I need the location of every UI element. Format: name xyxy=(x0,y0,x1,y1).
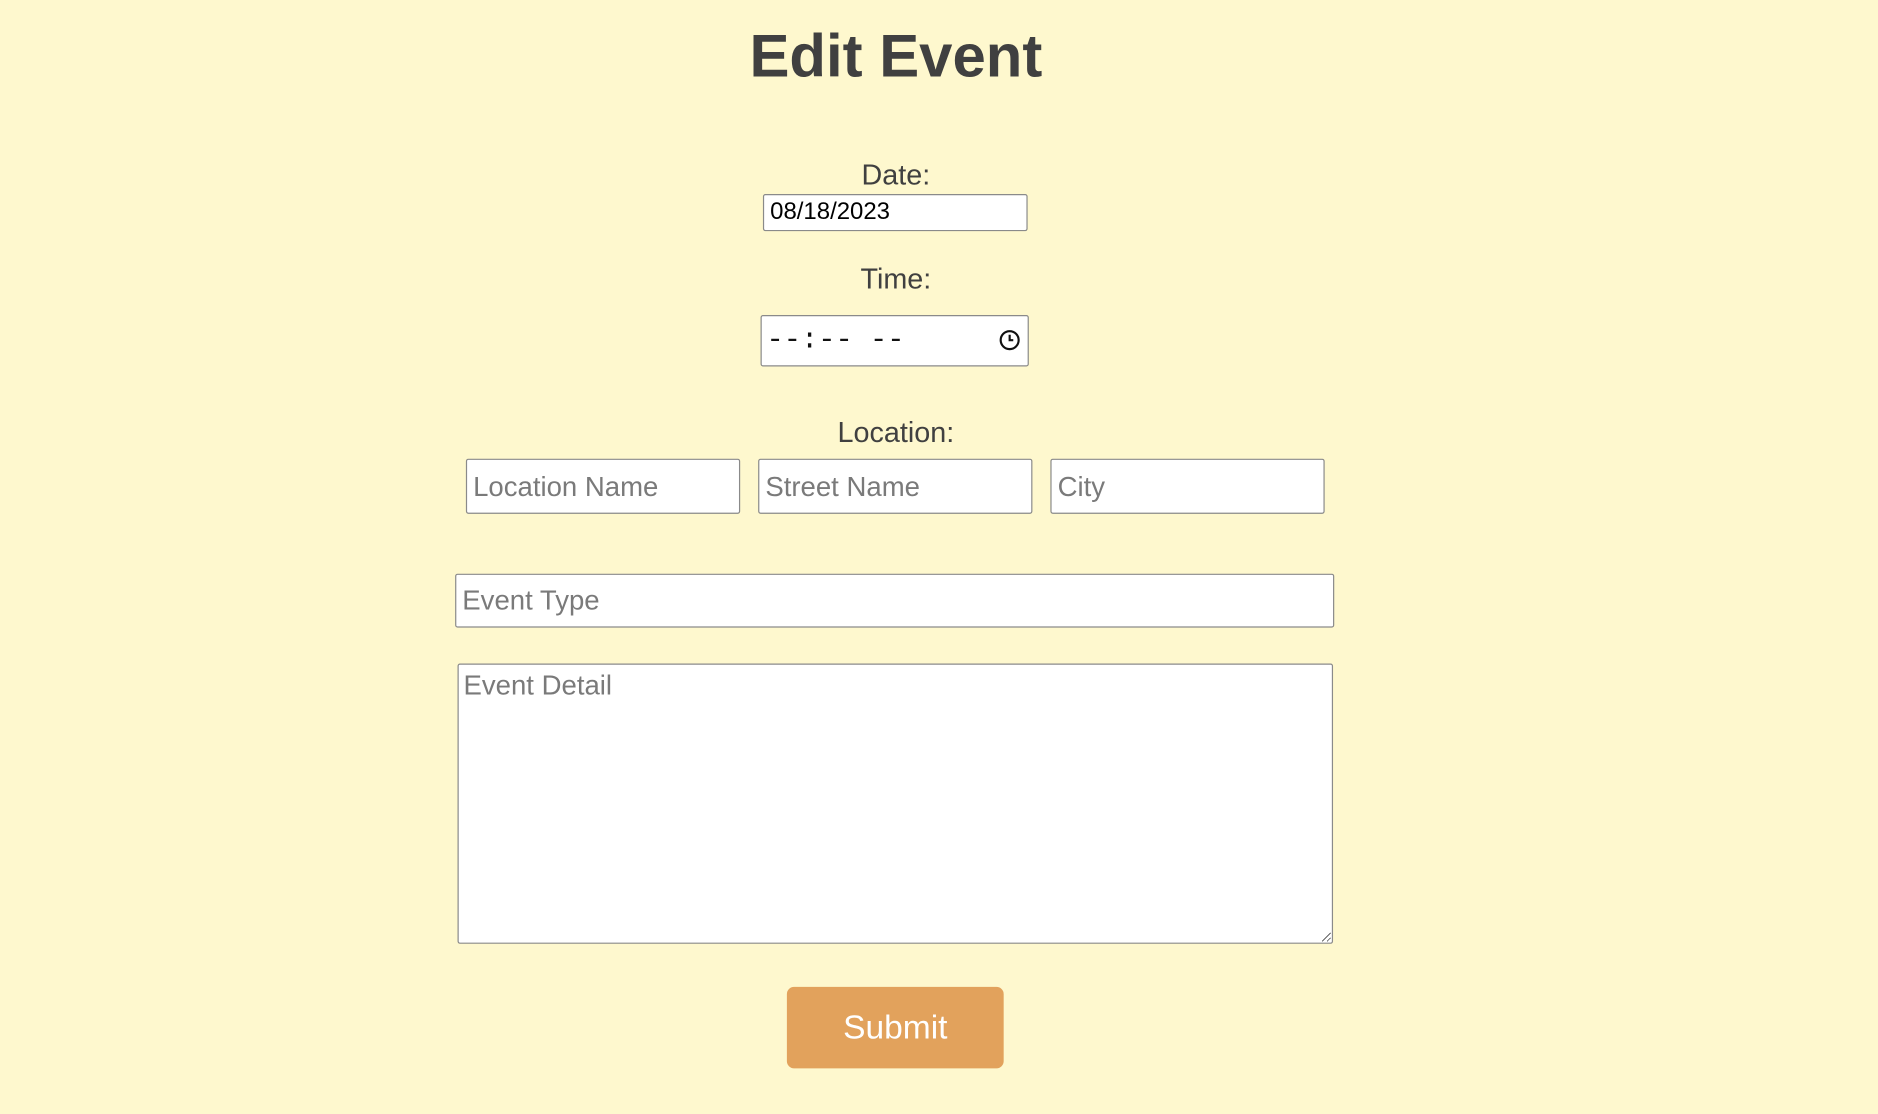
location-label: Location: xyxy=(837,416,955,450)
location-name-input[interactable] xyxy=(465,458,741,514)
city-input[interactable] xyxy=(1050,458,1325,514)
date-input[interactable] xyxy=(762,194,1028,232)
time-value: --:-- -- xyxy=(766,324,905,357)
time-input[interactable]: --:-- -- xyxy=(760,314,1029,367)
clock-icon[interactable] xyxy=(999,329,1021,351)
street-name-input[interactable] xyxy=(758,458,1033,514)
time-label: Time: xyxy=(860,263,932,296)
submit-button[interactable]: Submit xyxy=(786,986,1004,1069)
page-title: Edit Event xyxy=(749,22,1043,90)
event-detail-textarea[interactable] xyxy=(457,663,1334,944)
event-type-input[interactable] xyxy=(455,573,1335,628)
date-label: Date: xyxy=(861,159,931,192)
